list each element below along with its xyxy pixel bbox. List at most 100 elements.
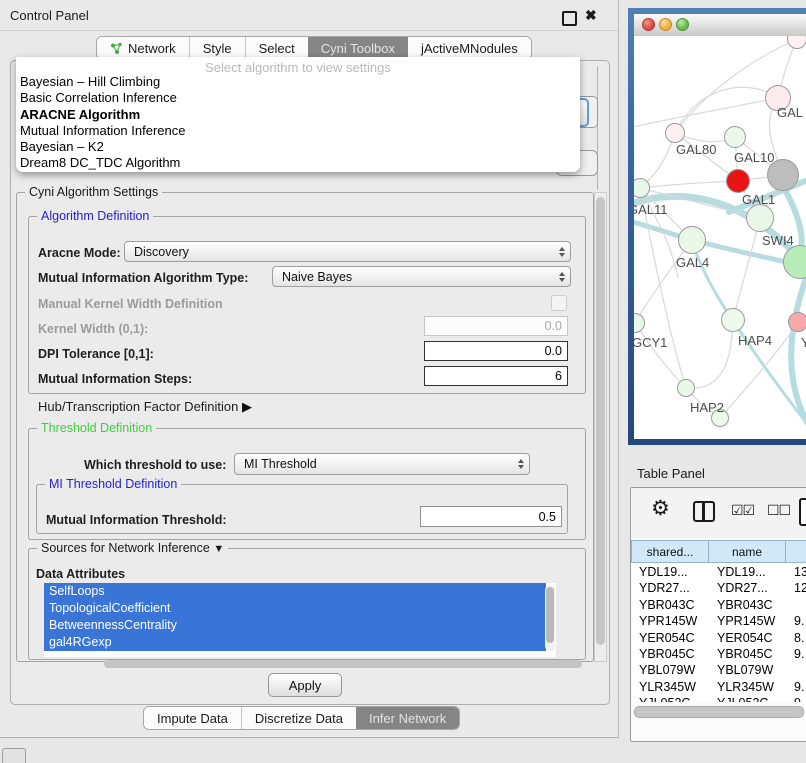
node-gal1[interactable] xyxy=(746,204,774,232)
algorithm-option-basic-correlation-inference[interactable]: Basic Correlation Inference xyxy=(16,90,580,106)
manual-kernel-checkbox[interactable] xyxy=(551,295,567,311)
table-horizontal-scrollbar[interactable] xyxy=(634,706,804,718)
algorithm-option-aracne-algorithm[interactable]: ARACNE Algorithm xyxy=(16,107,580,123)
tab-network[interactable]: Network xyxy=(97,37,189,59)
collapse-down-icon[interactable]: ▼ xyxy=(213,543,224,555)
apply-button[interactable]: Apply xyxy=(268,673,342,697)
mi-steps-label: Mutual Information Steps: xyxy=(38,372,192,386)
node-hap4[interactable] xyxy=(721,308,745,332)
close-icon[interactable]: ✖ xyxy=(585,7,597,24)
table-row[interactable]: YJL052CYJL052C9 xyxy=(632,695,806,702)
column-view-icon[interactable] xyxy=(693,501,715,522)
node-red[interactable] xyxy=(726,169,750,193)
control-panel-titlebar: Control Panel ✖ xyxy=(0,0,618,31)
which-threshold-value: MI Threshold xyxy=(244,457,317,471)
column-header-extra[interactable] xyxy=(786,540,806,563)
table-row[interactable]: YBR045CYBR045C9. xyxy=(632,646,806,662)
table-toolbar: ⚙ ☑☑ ☐☐ xyxy=(631,488,806,538)
mi-threshold-group-title: MI Threshold Definition xyxy=(45,477,181,491)
table-header-row: shared...name xyxy=(631,540,806,563)
zoom-traffic-light-icon[interactable] xyxy=(676,18,689,31)
partial-toolbar-icon[interactable] xyxy=(799,498,806,526)
algorithm-dropdown-list: Bayesian – Hill ClimbingBasic Correlatio… xyxy=(16,74,580,172)
aracne-mode-combo[interactable]: Discovery xyxy=(124,241,571,262)
table-row[interactable]: YBL079WYBL079W xyxy=(632,662,806,678)
mi-threshold-field[interactable] xyxy=(420,506,562,527)
table-panel: ⚙ ☑☑ ☐☐ shared...name YDL19...YDL19...13… xyxy=(630,487,806,742)
table-row[interactable]: YPR145WYPR145W9. xyxy=(632,613,806,629)
settings-horizontal-scrollbar[interactable] xyxy=(104,660,582,668)
tab-jactivemnodules[interactable]: jActiveMNodules xyxy=(408,37,531,59)
table-row[interactable]: YLR345WYLR345W9. xyxy=(632,679,806,695)
aracne-mode-value: Discovery xyxy=(134,245,189,259)
tab-discretize-data[interactable]: Discretize Data xyxy=(241,707,356,729)
spinner-arrows-icon xyxy=(559,267,565,286)
table-panel-title: Table Panel xyxy=(637,466,705,481)
node-label-gal11: GAL11 xyxy=(634,202,668,217)
attribute-item-topologicalcoefficient[interactable]: TopologicalCoefficient xyxy=(44,600,546,617)
network-canvas[interactable]: GALGAL80GAL10GAL1GAL11SWI4GAL4GCY1HAP4YH… xyxy=(634,36,806,439)
node-label-gal10: GAL10 xyxy=(734,150,774,165)
node-label-hap2: HAP2 xyxy=(690,400,724,415)
algorithm-option-bayesian-hill-climbing[interactable]: Bayesian – Hill Climbing xyxy=(16,74,580,90)
node-hap2[interactable] xyxy=(677,379,695,397)
expand-right-icon: ▶ xyxy=(242,399,252,414)
settings-group-title: Cyni Algorithm Settings xyxy=(25,185,162,199)
attribute-item-selfloops[interactable]: SelfLoops xyxy=(44,583,546,600)
network-icon xyxy=(110,42,123,55)
mi-steps-field[interactable] xyxy=(424,366,568,386)
node-green-upper[interactable] xyxy=(724,126,746,148)
mi-threshold-label: Mutual Information Threshold: xyxy=(46,513,227,527)
mi-type-value: Naive Bayes xyxy=(282,270,352,284)
node-label-y: Y xyxy=(801,335,806,350)
node-gal4[interactable] xyxy=(678,226,706,254)
panel-title: Control Panel xyxy=(10,8,89,23)
tab-select[interactable]: Select xyxy=(245,37,308,59)
spinner-arrows-icon xyxy=(559,242,565,261)
tab-style[interactable]: Style xyxy=(189,37,245,59)
deselect-all-icon[interactable]: ☐☐ xyxy=(767,502,790,519)
table-row[interactable]: YDL19...YDL19...13 xyxy=(632,564,806,580)
tab-infer-network[interactable]: Infer Network xyxy=(356,707,459,729)
which-threshold-combo[interactable]: MI Threshold xyxy=(234,453,530,475)
data-attributes-list[interactable]: SelfLoopsTopologicalCoefficientBetweenne… xyxy=(44,583,556,657)
attribute-item-gal4rgexp[interactable]: gal4RGexp xyxy=(44,634,546,651)
select-all-icon[interactable]: ☑☑ xyxy=(731,502,754,519)
tab-cyni-toolbox[interactable]: Cyni Toolbox xyxy=(308,37,408,59)
threshold-definition-title: Threshold Definition xyxy=(37,421,156,435)
settings-gear-icon[interactable]: ⚙ xyxy=(651,496,670,521)
tab-impute-data[interactable]: Impute Data xyxy=(144,707,241,729)
node-gal80[interactable] xyxy=(665,123,685,143)
algorithm-dropdown: Select algorithm to view settings Bayesi… xyxy=(16,57,580,172)
manual-kernel-label: Manual Kernel Width Definition xyxy=(38,297,223,311)
mi-type-label: Mutual Information Algorithm Type: xyxy=(38,271,248,285)
node-label-swi4: SWI4 xyxy=(762,233,794,248)
column-header-name[interactable]: name xyxy=(709,540,786,563)
settings-vertical-scrollbar[interactable] xyxy=(594,192,607,662)
node-y-pink[interactable] xyxy=(788,312,806,332)
close-traffic-light-icon[interactable] xyxy=(642,18,655,31)
table-row[interactable]: YER054CYER054C8. xyxy=(632,630,806,646)
mi-type-combo[interactable]: Naive Bayes xyxy=(272,266,571,287)
float-window-icon[interactable] xyxy=(562,11,577,26)
table-rows: YDL19...YDL19...13YDR27...YDR27...12YBR0… xyxy=(632,564,806,702)
kernel-width-field[interactable] xyxy=(424,316,568,336)
table-row[interactable]: YBR043CYBR043C xyxy=(632,597,806,613)
node-label-gal80: GAL80 xyxy=(676,142,716,157)
table-row[interactable]: YDR27...YDR27...12 xyxy=(632,580,806,596)
data-attributes-label: Data Attributes xyxy=(36,567,125,581)
dpi-tolerance-field[interactable] xyxy=(424,341,568,361)
dpi-tolerance-label: DPI Tolerance [0,1]: xyxy=(38,347,154,361)
attribute-item-betweennesscentrality[interactable]: BetweennessCentrality xyxy=(44,617,546,634)
column-header-shared[interactable]: shared... xyxy=(631,540,709,563)
algorithm-option-dream8-dc-tdc-algorithm[interactable]: Dream8 DC_TDC Algorithm xyxy=(16,155,580,171)
algorithm-option-mutual-information-inference[interactable]: Mutual Information Inference xyxy=(16,123,580,139)
list-scrollbar[interactable] xyxy=(545,585,555,651)
node-label-hap4: HAP4 xyxy=(738,333,772,348)
minimize-traffic-light-icon[interactable] xyxy=(659,18,672,31)
node-label-gcy1: GCY1 xyxy=(634,335,667,350)
bottom-corner-button[interactable] xyxy=(2,748,26,763)
network-window-titlebar xyxy=(634,14,806,37)
algorithm-option-bayesian-k2[interactable]: Bayesian – K2 xyxy=(16,139,580,155)
hub-definition-toggle[interactable]: Hub/Transcription Factor Definition ▶ xyxy=(38,399,252,415)
